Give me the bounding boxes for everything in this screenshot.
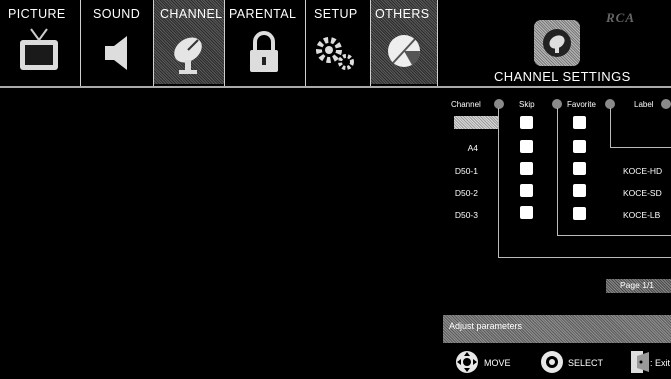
column-dot-channel xyxy=(494,99,504,109)
section-title: CHANNEL SETTINGS xyxy=(494,69,631,84)
favorite-checkbox[interactable] xyxy=(573,162,586,175)
menu-divider xyxy=(0,86,671,88)
tab-others-label: OTHERS xyxy=(375,7,430,21)
hint-text: Adjust parameters xyxy=(449,321,523,331)
table-row-selected[interactable] xyxy=(454,116,498,129)
disc-icon xyxy=(388,35,421,67)
tab-channel-label: CHANNEL xyxy=(160,7,223,21)
label-cell[interactable]: KOCE-SD xyxy=(623,188,662,198)
select-hint-label: SELECT xyxy=(568,358,604,368)
label-cell[interactable]: KOCE-LB xyxy=(623,210,660,220)
connector-line xyxy=(498,108,499,258)
exit-hint-label: : Exit xyxy=(650,358,671,368)
satellite-dish-icon xyxy=(174,37,202,74)
favorite-checkbox[interactable] xyxy=(573,140,586,153)
tab-setup-label: SETUP xyxy=(314,7,358,21)
column-header-favorite: Favorite xyxy=(567,100,596,109)
channel-settings-icon xyxy=(534,20,580,66)
channel-cell[interactable]: D50-2 xyxy=(434,188,478,198)
channel-cell[interactable]: A4 xyxy=(434,143,478,153)
tab-sound-label: SOUND xyxy=(93,7,141,21)
tab-channel[interactable]: CHANNEL xyxy=(154,0,224,84)
column-dot-label xyxy=(661,99,671,109)
label-cell[interactable]: KOCE-HD xyxy=(623,166,662,176)
tab-picture-label: PICTURE xyxy=(8,7,66,21)
skip-checkbox[interactable] xyxy=(520,116,533,129)
tab-others[interactable]: OTHERS xyxy=(371,0,437,84)
skip-checkbox[interactable] xyxy=(520,206,533,219)
column-header-label: Label xyxy=(634,100,654,109)
move-dpad-icon xyxy=(456,351,478,373)
skip-checkbox[interactable] xyxy=(520,140,533,153)
move-hint-label: MOVE xyxy=(484,358,511,368)
favorite-checkbox[interactable] xyxy=(573,207,586,220)
padlock-icon xyxy=(250,31,278,72)
tab-sound[interactable]: SOUND xyxy=(81,0,153,84)
column-header-channel: Channel xyxy=(451,100,481,109)
connector-line xyxy=(557,235,671,236)
connector-line xyxy=(498,257,671,258)
favorite-checkbox[interactable] xyxy=(573,184,586,197)
page-indicator-text: Page 1/1 xyxy=(620,280,655,290)
tab-parental[interactable]: PARENTAL xyxy=(225,0,305,84)
exit-icon xyxy=(631,351,649,373)
gears-icon xyxy=(316,37,354,70)
tab-setup[interactable]: SETUP xyxy=(306,0,370,84)
tab-parental-label: PARENTAL xyxy=(229,7,297,21)
skip-checkbox[interactable] xyxy=(520,162,533,175)
page-indicator: Page 1/1 xyxy=(606,279,671,293)
speaker-icon xyxy=(105,36,127,70)
channel-cell[interactable]: D50-3 xyxy=(434,210,478,220)
skip-checkbox[interactable] xyxy=(520,184,533,197)
connector-line xyxy=(557,108,558,236)
connector-line xyxy=(610,147,671,148)
brand-logo: RCA xyxy=(606,10,636,25)
footer-help: MOVE SELECT : Exit xyxy=(443,350,671,376)
favorite-checkbox[interactable] xyxy=(573,116,586,129)
column-header-skip: Skip xyxy=(519,100,535,109)
tv-icon xyxy=(20,28,58,70)
select-button-icon xyxy=(541,351,563,373)
channel-cell[interactable]: D50-1 xyxy=(434,166,478,176)
tab-picture[interactable]: PICTURE xyxy=(0,0,80,84)
connector-line xyxy=(610,108,611,148)
main-menu-bar: PICTURE SOUND CHANNEL PARENTAL SETUP OTH… xyxy=(0,0,671,86)
hint-bar: Adjust parameters xyxy=(443,315,671,343)
